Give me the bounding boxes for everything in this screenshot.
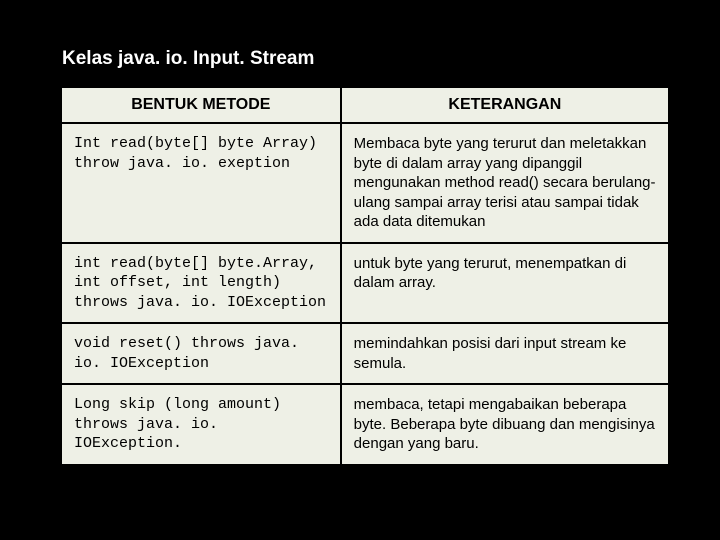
description-cell: Membaca byte yang terurut dan meletakkan… — [341, 123, 669, 243]
method-cell: Int read(byte[] byte Array) throw java. … — [61, 123, 341, 243]
method-cell: int read(byte[] byte.Array, int offset, … — [61, 243, 341, 324]
header-bentuk-metode: BENTUK METODE — [61, 87, 341, 123]
table-row: Int read(byte[] byte Array) throw java. … — [61, 123, 669, 243]
table-row: void reset() throws java. io. IOExceptio… — [61, 323, 669, 384]
method-cell: void reset() throws java. io. IOExceptio… — [61, 323, 341, 384]
slide-title: Kelas java. io. Input. Stream — [62, 48, 670, 70]
methods-table: BENTUK METODE KETERANGAN Int read(byte[]… — [60, 86, 670, 466]
table-row: int read(byte[] byte.Array, int offset, … — [61, 243, 669, 324]
description-cell: memindahkan posisi dari input stream ke … — [341, 323, 669, 384]
table-row: Long skip (long amount) throws java. io.… — [61, 384, 669, 465]
description-cell: untuk byte yang terurut, menempatkan di … — [341, 243, 669, 324]
table-header-row: BENTUK METODE KETERANGAN — [61, 87, 669, 123]
description-cell: membaca, tetapi mengabaikan beberapa byt… — [341, 384, 669, 465]
header-keterangan: KETERANGAN — [341, 87, 669, 123]
method-cell: Long skip (long amount) throws java. io.… — [61, 384, 341, 465]
